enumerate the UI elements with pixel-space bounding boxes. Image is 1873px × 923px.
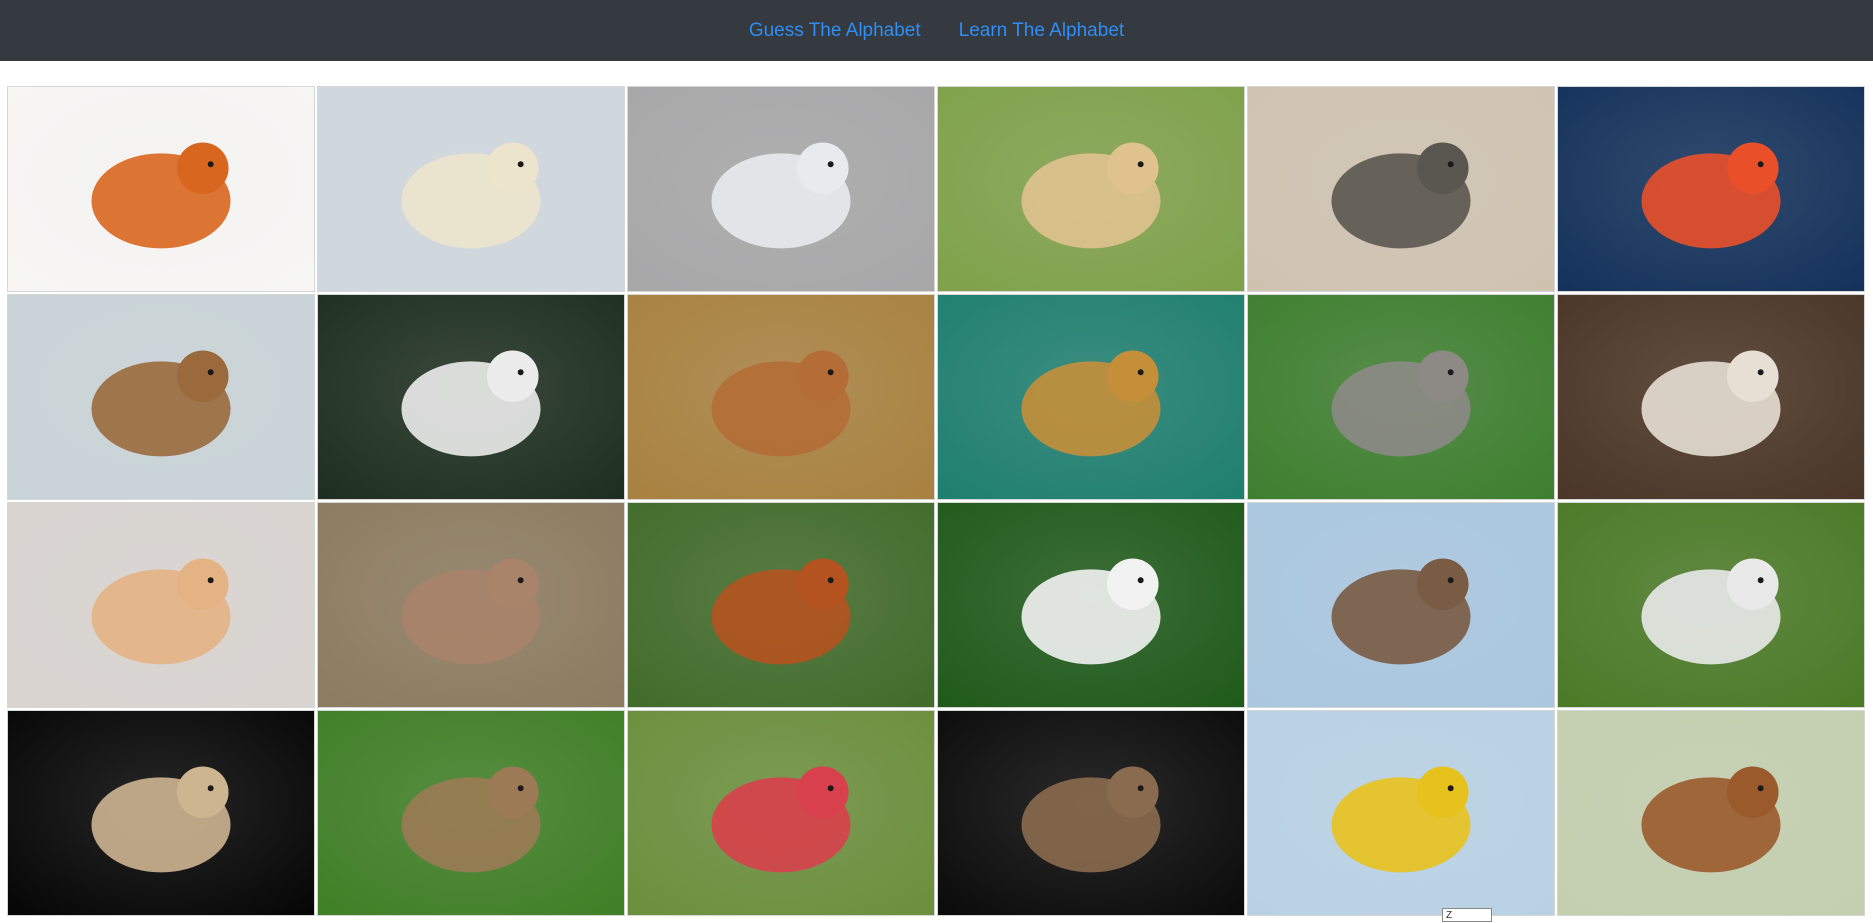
fish-card[interactable]: [1557, 86, 1865, 292]
polar-bear-image: [318, 87, 624, 291]
panda-card[interactable]: [937, 502, 1245, 708]
orangutan-image: [628, 503, 934, 707]
cat-card[interactable]: [627, 86, 935, 292]
nav-link-learn-alphabet[interactable]: Learn The Alphabet: [940, 0, 1144, 61]
top-navbar: Guess The Alphabet Learn The Alphabet: [0, 0, 1873, 61]
nyala-image: [318, 503, 624, 707]
koala-card[interactable]: [1247, 294, 1555, 500]
rabbit-card[interactable]: [1557, 502, 1865, 708]
giraffe-image: [8, 295, 314, 499]
tortoise-card[interactable]: [317, 710, 625, 916]
horse-card[interactable]: [317, 294, 625, 500]
wasp-card[interactable]: [1247, 710, 1555, 916]
lamb-image: [1558, 295, 1864, 499]
animal-image-grid: [7, 86, 1869, 916]
deer-image: [628, 295, 934, 499]
hamster-card[interactable]: [7, 502, 315, 708]
quokka-card[interactable]: [1247, 502, 1555, 708]
jaguar-card[interactable]: [937, 294, 1245, 500]
bird-card[interactable]: [1557, 710, 1865, 916]
wasp-image: [1248, 711, 1554, 915]
tortoise-image: [318, 711, 624, 915]
rabbit-image: [1558, 503, 1864, 707]
spider-card[interactable]: [7, 710, 315, 916]
jaguar-image: [938, 295, 1244, 499]
uakari-image: [628, 711, 934, 915]
golden-retriever-image: [938, 87, 1244, 291]
vulture-card[interactable]: [937, 710, 1245, 916]
lamb-card[interactable]: [1557, 294, 1865, 500]
orangutan-card[interactable]: [627, 502, 935, 708]
horse-image: [318, 295, 624, 499]
koala-image: [1248, 295, 1554, 499]
giraffe-card[interactable]: [7, 294, 315, 500]
panda-image: [938, 503, 1244, 707]
spider-image: [8, 711, 314, 915]
nav-link-guess-alphabet[interactable]: Guess The Alphabet: [730, 0, 940, 61]
quokka-image: [1248, 503, 1554, 707]
ant-card[interactable]: [7, 86, 315, 292]
elephant-image: [1248, 87, 1554, 291]
deer-card[interactable]: [627, 294, 935, 500]
fish-image: [1558, 87, 1864, 291]
bird-image: [1558, 711, 1864, 915]
hover-tooltip: Z: [1442, 908, 1492, 922]
hamster-image: [8, 503, 314, 707]
polar-bear-card[interactable]: [317, 86, 625, 292]
cat-image: [628, 87, 934, 291]
vulture-image: [938, 711, 1244, 915]
uakari-card[interactable]: [627, 710, 935, 916]
ant-image: [8, 87, 314, 291]
elephant-card[interactable]: [1247, 86, 1555, 292]
nyala-card[interactable]: [317, 502, 625, 708]
golden-retriever-card[interactable]: [937, 86, 1245, 292]
